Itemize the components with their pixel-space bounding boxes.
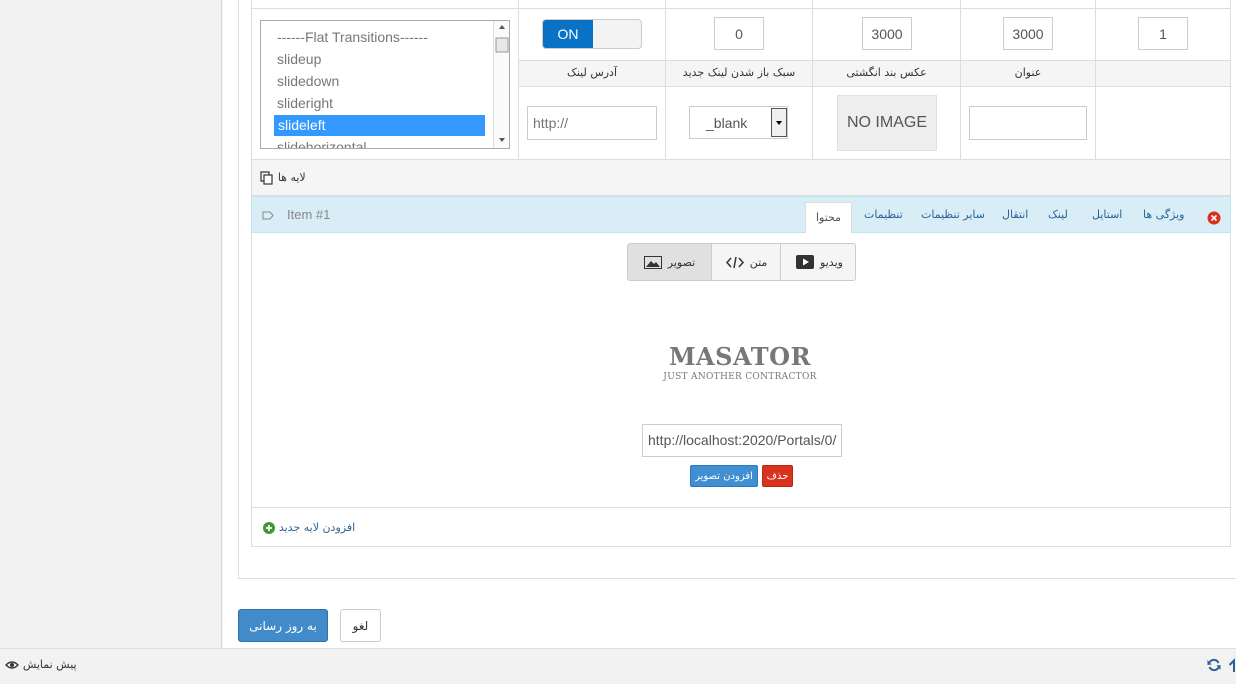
tab-link[interactable]: لینک [1048, 208, 1068, 221]
scroll-arrows-icon [495, 25, 509, 142]
video-type-button[interactable]: ویدیو [780, 244, 855, 280]
link-open-style-header: سبک باز شدن لینک جدید [682, 66, 796, 79]
tab-style[interactable]: استایل [1092, 208, 1122, 221]
tab-other-settings[interactable]: سایر تنظیمات [921, 208, 985, 221]
listbox-scrollbar[interactable] [493, 21, 509, 148]
logo-subtitle: JUST ANOTHER CONTRACTOR [663, 372, 817, 382]
column-divider [665, 0, 666, 160]
title-input[interactable] [969, 106, 1087, 140]
text-type-button[interactable]: متن [711, 244, 781, 280]
numeric-field-b[interactable]: 3000 [862, 17, 912, 50]
column-divider [960, 0, 961, 160]
title-header: عنوان [1014, 66, 1042, 79]
video-icon [796, 255, 815, 269]
link-address-input[interactable] [527, 106, 657, 140]
item-tabbar: Item #1 محتوا تنظیمات سایر تنظیمات انتقا… [251, 196, 1231, 235]
left-sidebar [0, 0, 222, 648]
on-off-toggle[interactable]: ON [542, 19, 642, 49]
layers-heading: لایه ها [260, 170, 306, 185]
refresh-icon[interactable] [1207, 658, 1221, 672]
cancel-button[interactable]: لغو [340, 609, 381, 642]
add-layer-link[interactable]: افزودن لایه جدید [263, 520, 355, 534]
transition-option[interactable]: ------Flat Transitions------ [277, 27, 428, 48]
toggle-on-label: ON [543, 20, 593, 48]
table-divider [519, 86, 1230, 87]
transition-listbox[interactable]: ------Flat Transitions------ slideup sli… [260, 20, 510, 149]
close-icon[interactable] [1207, 211, 1221, 225]
numeric-field-a[interactable]: 0 [714, 17, 764, 50]
transition-option-selected[interactable]: slideleft [274, 115, 485, 136]
table-divider [519, 60, 1230, 61]
image-url-input[interactable]: http://localhost:2020/Portals/0/ [642, 424, 842, 457]
video-type-label: ویدیو [820, 255, 843, 269]
numeric-field-c[interactable]: 3000 [1003, 17, 1053, 50]
arrow-up-icon[interactable] [1228, 658, 1236, 672]
layers-bar [251, 160, 1231, 196]
tab-content[interactable]: محتوا [805, 202, 853, 235]
tag-icon [262, 211, 274, 220]
column-divider [1095, 0, 1096, 160]
chevron-down-icon [776, 121, 782, 125]
add-image-button[interactable]: افزودن تصویر [690, 465, 758, 487]
update-button[interactable]: به روز رسانی [238, 609, 328, 642]
footer-bar [0, 648, 1236, 684]
transition-option[interactable]: slidedown [277, 71, 339, 92]
add-layer-label: افزودن لایه جدید [278, 521, 356, 534]
transition-option[interactable]: slideright [277, 93, 333, 114]
add-layer-bar [251, 508, 1231, 547]
tab-transition[interactable]: انتقال [1002, 208, 1028, 221]
numeric-field-d[interactable]: 1 [1138, 17, 1188, 50]
content-type-switcher: تصویر متن ویدیو [627, 243, 856, 281]
column-divider [518, 0, 519, 160]
logo-title: MASATOR [668, 342, 812, 371]
indicator-image-placeholder[interactable]: NO IMAGE [837, 95, 937, 151]
plus-circle-icon [263, 521, 275, 534]
transition-option[interactable]: slideup [277, 49, 321, 70]
transition-option[interactable]: slidehorizontal [277, 137, 367, 148]
image-type-button[interactable]: تصویر [628, 244, 711, 280]
preview-label: پیش نمایش [22, 658, 77, 671]
eye-icon [5, 660, 19, 669]
layers-icon [260, 170, 273, 185]
image-type-label: تصویر [667, 255, 696, 269]
tab-settings[interactable]: تنظیمات [864, 208, 903, 221]
indicator-image-header: عکس بند انگشتی [846, 66, 927, 79]
select-arrow-button[interactable] [771, 108, 787, 137]
table-divider [251, 8, 1231, 9]
link-target-value: _blank [706, 114, 748, 131]
delete-image-button[interactable]: حذف [762, 465, 793, 487]
link-address-header: آدرس لینک [566, 66, 618, 79]
preview-link[interactable]: پیش نمایش [5, 657, 77, 671]
code-icon [725, 256, 744, 268]
layers-label: لایه ها [277, 171, 306, 184]
tab-properties[interactable]: ویژگی ها [1143, 208, 1185, 221]
column-divider [812, 0, 813, 160]
item-name: Item #1 [287, 207, 331, 222]
image-icon [643, 255, 662, 269]
text-type-label: متن [749, 255, 768, 269]
